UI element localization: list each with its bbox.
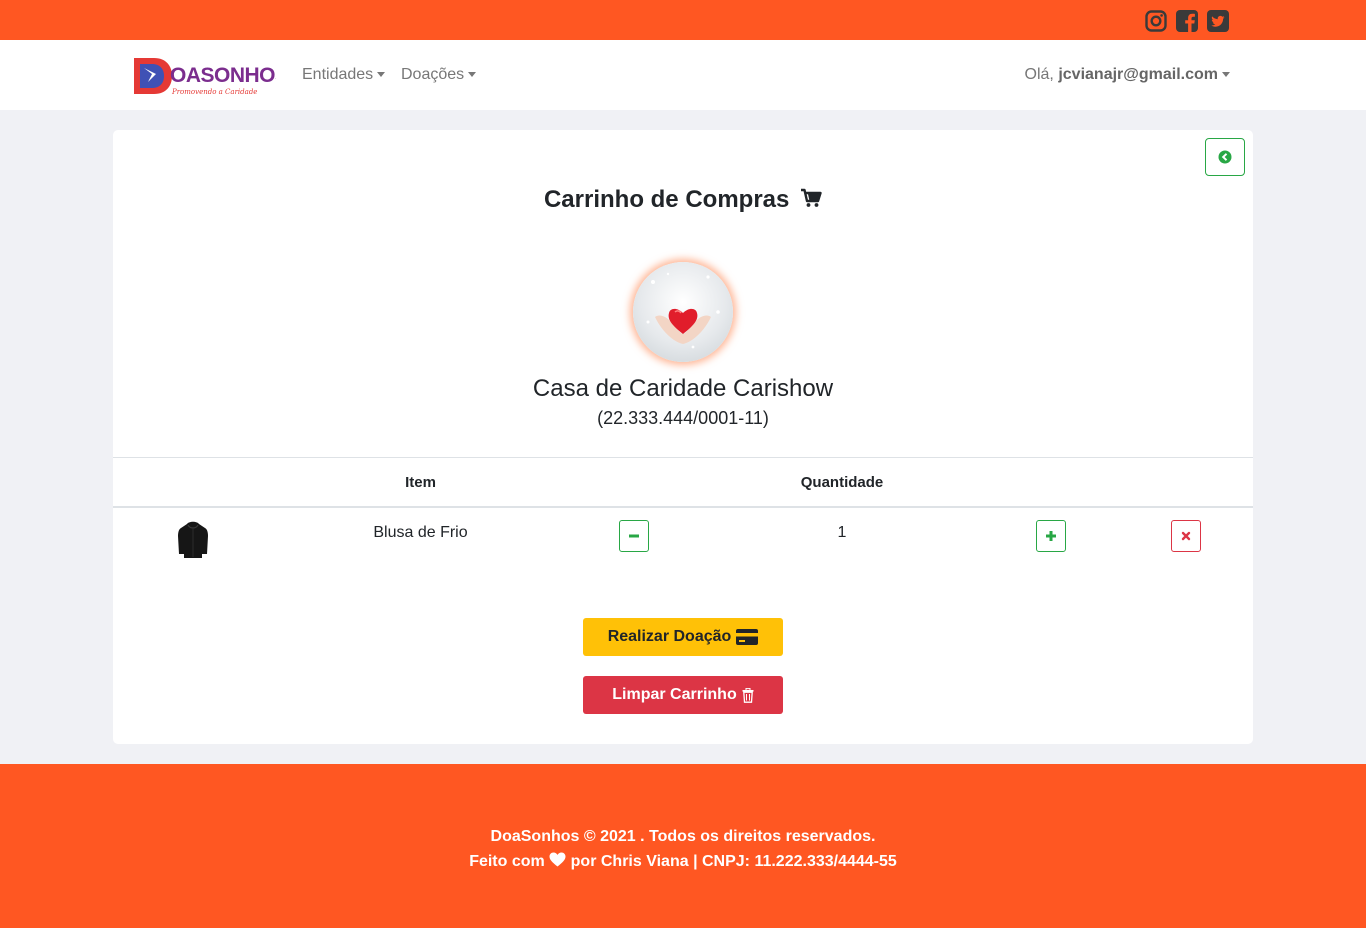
user-menu[interactable]: Olá, jcvianajr@gmail.com <box>1025 66 1230 84</box>
table-header-divider <box>113 506 1253 508</box>
entity-name: Casa de Caridade Carishow <box>532 375 834 402</box>
clear-cart-button[interactable]: Limpar Carrinho <box>583 676 783 714</box>
entity-avatar <box>633 262 733 362</box>
minus-icon <box>629 534 639 538</box>
cart-icon <box>800 187 822 215</box>
brand-logo[interactable]: OASONHOS Promovendo a Caridade <box>130 52 290 98</box>
decrease-quantity-button[interactable] <box>619 520 649 552</box>
page-title: Carrinho de Compras <box>113 186 1253 215</box>
footer-copyright: DoaSonhos © 2021 . Todos os direitos res… <box>490 828 876 845</box>
instagram-icon[interactable] <box>1145 10 1167 32</box>
greeting-text: Olá, <box>1024 66 1054 83</box>
facebook-icon[interactable] <box>1176 10 1198 32</box>
arrow-left-circle-icon <box>1218 150 1232 164</box>
donate-button[interactable]: Realizar Doação <box>583 618 783 656</box>
svg-text:OASONHOS: OASONHOS <box>170 64 276 87</box>
chevron-down-icon <box>1222 72 1230 78</box>
column-header-quantity: Quantidade <box>800 474 884 491</box>
donate-button-label: Realizar Doação <box>607 628 732 645</box>
social-links <box>1145 10 1229 32</box>
increase-quantity-button[interactable] <box>1036 520 1066 552</box>
footer-credits-prefix: Feito com <box>469 853 545 870</box>
twitter-icon[interactable] <box>1207 10 1229 32</box>
user-email: jcvianajr@gmail.com <box>1058 66 1218 83</box>
plus-icon <box>1046 531 1056 541</box>
footer-credits-suffix: por Chris Viana | CNPJ: 11.222.333/4444-… <box>570 853 897 870</box>
chevron-down-icon <box>377 72 386 78</box>
cart-card: Carrinho de Compras Casa de Caridade Car… <box>113 130 1253 744</box>
nav-doacoes[interactable]: Doações <box>401 66 477 84</box>
clear-cart-button-label: Limpar Carrinho <box>612 686 737 703</box>
item-thumbnail <box>177 520 209 560</box>
close-icon <box>1181 531 1191 541</box>
top-bar <box>0 0 1366 40</box>
heart-icon <box>549 852 566 867</box>
navbar: OASONHOS Promovendo a Caridade Entidades… <box>0 40 1366 110</box>
nav-entidades[interactable]: Entidades <box>302 66 386 84</box>
footer: DoaSonhos © 2021 . Todos os direitos res… <box>0 764 1366 928</box>
credit-card-icon <box>736 629 759 645</box>
nav-doacoes-label: Doações <box>401 66 465 83</box>
svg-text:Promovendo a Caridade: Promovendo a Caridade <box>171 88 257 96</box>
table-top-divider <box>113 457 1253 458</box>
page-title-text: Carrinho de Compras <box>543 186 790 213</box>
footer-credits: Feito com por Chris Viana | CNPJ: 11.222… <box>0 852 1366 871</box>
column-header-item: Item <box>405 474 436 491</box>
trash-icon <box>742 687 754 703</box>
nav-entidades-label: Entidades <box>302 66 374 83</box>
item-name: Blusa de Frio <box>373 524 468 541</box>
back-button[interactable] <box>1205 138 1245 176</box>
entity-cnpj: (22.333.444/0001-11) <box>597 408 769 428</box>
chevron-down-icon <box>468 72 477 78</box>
item-quantity: 1 <box>837 524 847 541</box>
remove-item-button[interactable] <box>1171 520 1201 552</box>
